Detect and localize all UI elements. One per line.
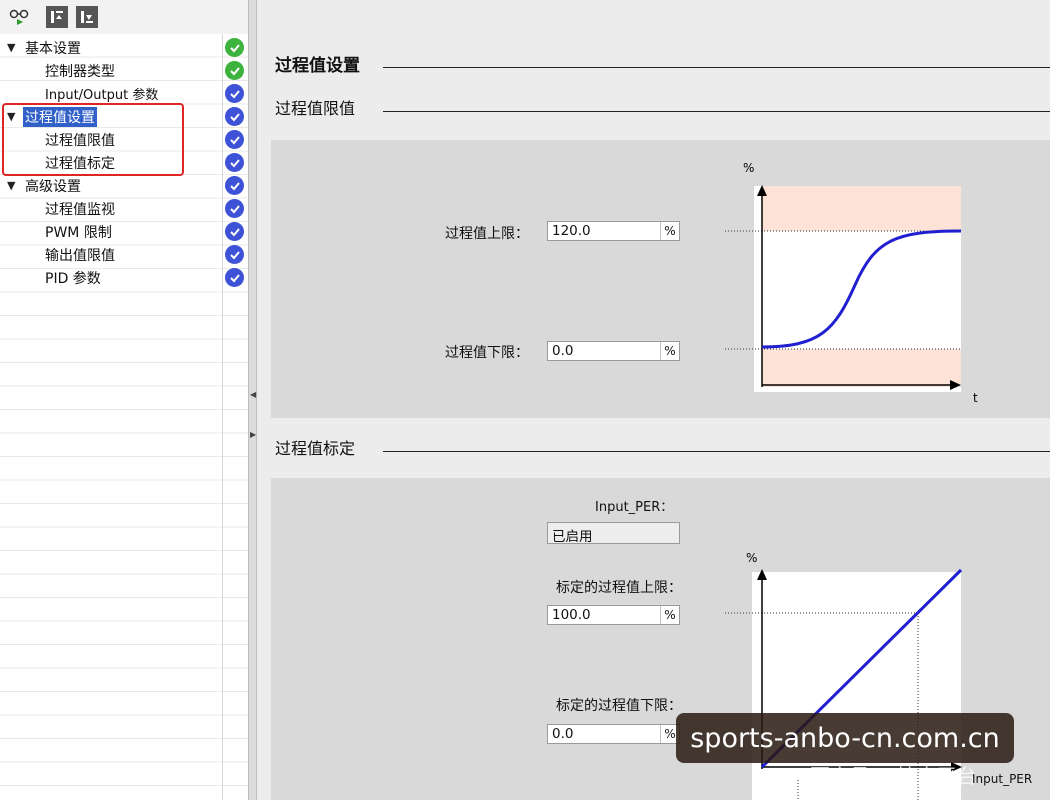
expand-arrow-icon[interactable]: ▼ (7, 41, 15, 54)
tree-item-advanced-settings[interactable]: ▼ 高级设置 (0, 174, 248, 197)
status-check-icon (225, 153, 244, 172)
glasses-icon[interactable] (8, 6, 30, 28)
tree-item-label: 基本设置 (25, 40, 81, 57)
watermark-banner: sports-anbo-cn.com.cn (676, 713, 1014, 763)
status-check-icon (225, 245, 244, 264)
collapse-all-icon[interactable] (46, 6, 68, 28)
scaled-upper-value: 100.0 (552, 607, 591, 623)
status-ok-icon (225, 38, 244, 57)
scaled-upper-label: 标定的过程值上限： (556, 580, 682, 596)
tree-item-process-value-monitoring[interactable]: 过程值监视 (0, 197, 248, 220)
collapse-left-icon[interactable]: ◀ (250, 390, 256, 399)
status-check-icon (225, 268, 244, 287)
status-check-icon (225, 107, 244, 126)
y-axis-label: % (743, 161, 754, 175)
tree-item-label: PID 参数 (45, 270, 101, 287)
panel-splitter[interactable]: ◀ ▶ (248, 0, 257, 800)
limits-divider (383, 111, 1050, 112)
status-ok-icon (225, 61, 244, 80)
tree-item-label: 高级设置 (25, 178, 81, 195)
lower-limit-label: 过程值下限： (445, 345, 529, 361)
scaled-lower-input[interactable]: 0.0 % (547, 724, 680, 744)
upper-limit-label: 过程值上限： (445, 226, 529, 242)
input-per-field[interactable]: 已启用 (547, 522, 680, 545)
input-per-axis-label: Input_PER (972, 772, 1033, 786)
limits-section-title: 过程值限值 (275, 99, 356, 118)
scaling-divider (383, 451, 1050, 452)
tree-item-basic-settings[interactable]: ▼ 基本设置 (0, 36, 248, 59)
tree-item-label: 过程值监视 (45, 201, 115, 218)
status-check-icon (225, 222, 244, 241)
scaled-lower-label: 标定的过程值下限： (556, 698, 682, 714)
tree-item-pwm-limits[interactable]: PWM 限制 (0, 220, 248, 243)
tree-item-controller-type[interactable]: 控制器类型 (0, 59, 248, 82)
tree-item-output-value-limits[interactable]: 输出值限值 (0, 243, 248, 266)
x-axis-label: t (973, 391, 978, 405)
upper-limit-input[interactable]: 120.0 % (547, 221, 680, 241)
highlight-box (2, 103, 184, 176)
status-check-icon (225, 130, 244, 149)
upper-limit-zone (762, 186, 961, 231)
title-divider (383, 67, 1050, 68)
status-check-icon (225, 176, 244, 195)
limits-diagram: % t (725, 161, 978, 405)
scaled-lower-value: 0.0 (552, 726, 574, 742)
lower-limit-zone (762, 349, 961, 387)
expand-arrow-icon[interactable]: ▼ (7, 179, 15, 192)
lower-limit-value: 0.0 (552, 343, 574, 359)
tree-item-label: PWM 限制 (45, 224, 112, 241)
input-per-value: 已启用 (552, 529, 593, 545)
tree-item-label: 输出值限值 (45, 247, 115, 264)
scaling-section-title: 过程值标定 (275, 439, 356, 458)
expand-all-icon[interactable] (76, 6, 98, 28)
faded-watermark: 百家号/工控人平台 (810, 764, 977, 788)
y-axis-label: % (746, 551, 757, 565)
expand-right-icon[interactable]: ▶ (250, 430, 256, 439)
input-per-label: Input_PER： (595, 500, 674, 515)
status-check-icon (225, 84, 244, 103)
tree-item-input-output-params[interactable]: Input/Output 参数 (0, 82, 248, 105)
tree-item-label: 控制器类型 (45, 63, 115, 80)
unit-label: % (660, 606, 679, 624)
lower-limit-input[interactable]: 0.0 % (547, 341, 680, 361)
tree-item-label: Input/Output 参数 (45, 88, 159, 103)
tree-item-pid-params[interactable]: PID 参数 (0, 266, 248, 289)
scaled-upper-input[interactable]: 100.0 % (547, 605, 680, 625)
status-check-icon (225, 199, 244, 218)
page-title: 过程值设置 (275, 56, 360, 76)
tree-toolbar (0, 0, 248, 35)
upper-limit-value: 120.0 (552, 223, 591, 239)
